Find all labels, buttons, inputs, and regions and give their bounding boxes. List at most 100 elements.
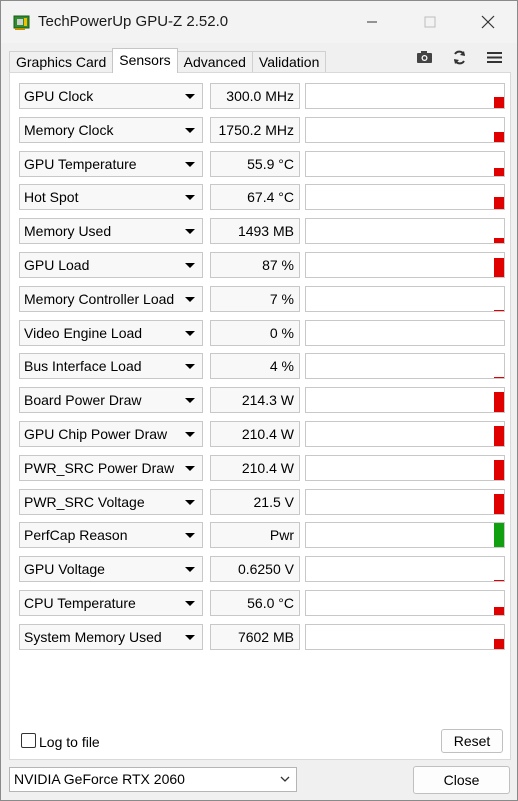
sensor-graph: [305, 184, 505, 210]
sensor-name-dropdown[interactable]: Memory Clock: [19, 117, 203, 143]
tab-advanced[interactable]: Advanced: [176, 51, 253, 73]
reset-button[interactable]: Reset: [441, 729, 503, 753]
dropdown-arrow-icon: [185, 128, 195, 133]
sensor-graph-bar: [494, 97, 504, 108]
sensor-graph: [305, 218, 505, 244]
sensor-graph-bar: [494, 197, 504, 209]
maximize-button[interactable]: [401, 1, 459, 43]
sensor-row: GPU Temperature 55.9 °C: [19, 151, 505, 177]
dropdown-arrow-icon: [185, 635, 195, 640]
sensor-graph-bar: [494, 460, 504, 480]
sensor-graph: [305, 117, 505, 143]
minimize-button[interactable]: [343, 1, 401, 43]
dropdown-arrow-icon: [185, 398, 195, 403]
sensor-name-dropdown[interactable]: PerfCap Reason: [19, 522, 203, 548]
sensor-row: Board Power Draw 214.3 W: [19, 387, 505, 413]
sensor-value: 4 %: [210, 353, 300, 379]
sensor-graph-bar: [494, 426, 504, 446]
sensor-row: GPU Chip Power Draw 210.4 W: [19, 421, 505, 447]
close-window-button[interactable]: [459, 1, 517, 43]
dropdown-arrow-icon: [185, 94, 195, 99]
sensor-graph-bar: [494, 258, 504, 277]
tab-validation[interactable]: Validation: [251, 51, 327, 73]
sensor-name-dropdown[interactable]: GPU Chip Power Draw: [19, 421, 203, 447]
tab-bar: Graphics Card Sensors Advanced Validatio…: [9, 48, 327, 73]
sensor-name-dropdown[interactable]: PWR_SRC Voltage: [19, 489, 203, 515]
dropdown-arrow-icon: [185, 229, 195, 234]
camera-icon[interactable]: [416, 49, 433, 65]
sensor-row: Memory Clock 1750.2 MHz: [19, 117, 505, 143]
sensor-name-dropdown[interactable]: GPU Temperature: [19, 151, 203, 177]
sensor-graph: [305, 522, 505, 548]
sensor-graph: [305, 151, 505, 177]
sensor-value: 56.0 °C: [210, 590, 300, 616]
title-bar[interactable]: TechPowerUp GPU-Z 2.52.0: [1, 1, 517, 43]
sensor-name-label: GPU Clock: [24, 88, 94, 104]
sensor-name-label: Hot Spot: [24, 189, 79, 205]
sensor-row: GPU Clock 300.0 MHz: [19, 83, 505, 109]
sensors-panel: GPU Clock 300.0 MHz Memory Clock 1750.2 MHz…: [9, 72, 511, 760]
sensor-value: 214.3 W: [210, 387, 300, 413]
sensor-value: 7 %: [210, 286, 300, 312]
dropdown-arrow-icon: [185, 195, 195, 200]
sensor-name-dropdown[interactable]: System Memory Used: [19, 624, 203, 650]
sensor-graph: [305, 590, 505, 616]
sensor-name-dropdown[interactable]: Hot Spot: [19, 184, 203, 210]
sensor-name-dropdown[interactable]: Memory Used: [19, 218, 203, 244]
gpuz-window: TechPowerUp GPU-Z 2.52.0 Graphics Card S…: [0, 0, 518, 801]
sensor-graph-bar: [494, 607, 504, 615]
sensor-name-dropdown[interactable]: GPU Voltage: [19, 556, 203, 582]
sensor-graph-bar: [494, 494, 504, 514]
sensor-graph: [305, 489, 505, 515]
sensor-graph-bar: [494, 310, 504, 311]
sensor-value: 1750.2 MHz: [210, 117, 300, 143]
sensor-value: 0 %: [210, 320, 300, 346]
log-to-file-label[interactable]: Log to file: [39, 734, 100, 750]
sensor-value: 1493 MB: [210, 218, 300, 244]
dropdown-arrow-icon: [185, 162, 195, 167]
sensor-value: 300.0 MHz: [210, 83, 300, 109]
sensor-name-label: Memory Used: [24, 223, 112, 239]
dropdown-arrow-icon: [185, 500, 195, 505]
sensor-name-label: GPU Temperature: [24, 156, 137, 172]
sensor-name-label: GPU Chip Power Draw: [24, 426, 168, 442]
sensor-name-dropdown[interactable]: CPU Temperature: [19, 590, 203, 616]
sensor-graph: [305, 252, 505, 278]
sensor-value: 67.4 °C: [210, 184, 300, 210]
sensor-graph-bar: [494, 132, 504, 142]
sensor-value: 7602 MB: [210, 624, 300, 650]
sensor-row: Memory Used 1493 MB: [19, 218, 505, 244]
sensor-name-label: GPU Load: [24, 257, 90, 273]
gpu-device-select[interactable]: NVIDIA GeForce RTX 2060: [9, 767, 297, 792]
sensor-name-label: PerfCap Reason: [24, 527, 128, 543]
sensor-graph-bar: [494, 168, 504, 176]
refresh-icon[interactable]: [451, 49, 468, 65]
sensor-value: 55.9 °C: [210, 151, 300, 177]
sensor-name-dropdown[interactable]: Board Power Draw: [19, 387, 203, 413]
dropdown-arrow-icon: [185, 331, 195, 336]
sensor-name-dropdown[interactable]: GPU Load: [19, 252, 203, 278]
log-to-file-checkbox[interactable]: [21, 733, 36, 748]
sensor-value: 0.6250 V: [210, 556, 300, 582]
chevron-down-icon: [280, 776, 290, 782]
window-title: TechPowerUp GPU-Z 2.52.0: [38, 13, 229, 30]
sensor-name-dropdown[interactable]: Bus Interface Load: [19, 353, 203, 379]
sensor-name-dropdown[interactable]: PWR_SRC Power Draw: [19, 455, 203, 481]
sensor-row: GPU Load 87 %: [19, 252, 505, 278]
sensor-name-dropdown[interactable]: Video Engine Load: [19, 320, 203, 346]
sensor-graph: [305, 286, 505, 312]
sensor-name-dropdown[interactable]: GPU Clock: [19, 83, 203, 109]
sensor-row: PerfCap Reason Pwr: [19, 522, 505, 548]
tab-sensors[interactable]: Sensors: [112, 48, 178, 73]
maximize-icon: [424, 16, 436, 28]
dropdown-arrow-icon: [185, 533, 195, 538]
tab-graphics-card[interactable]: Graphics Card: [9, 51, 114, 73]
menu-icon[interactable]: [486, 49, 503, 65]
sensor-name-dropdown[interactable]: Memory Controller Load: [19, 286, 203, 312]
sensor-name-label: System Memory Used: [24, 629, 162, 645]
close-button[interactable]: Close: [413, 766, 510, 794]
sensor-value: Pwr: [210, 522, 300, 548]
sensor-graph: [305, 556, 505, 582]
sensor-graph-bar: [494, 523, 504, 547]
sensor-name-label: PWR_SRC Voltage: [24, 494, 145, 510]
